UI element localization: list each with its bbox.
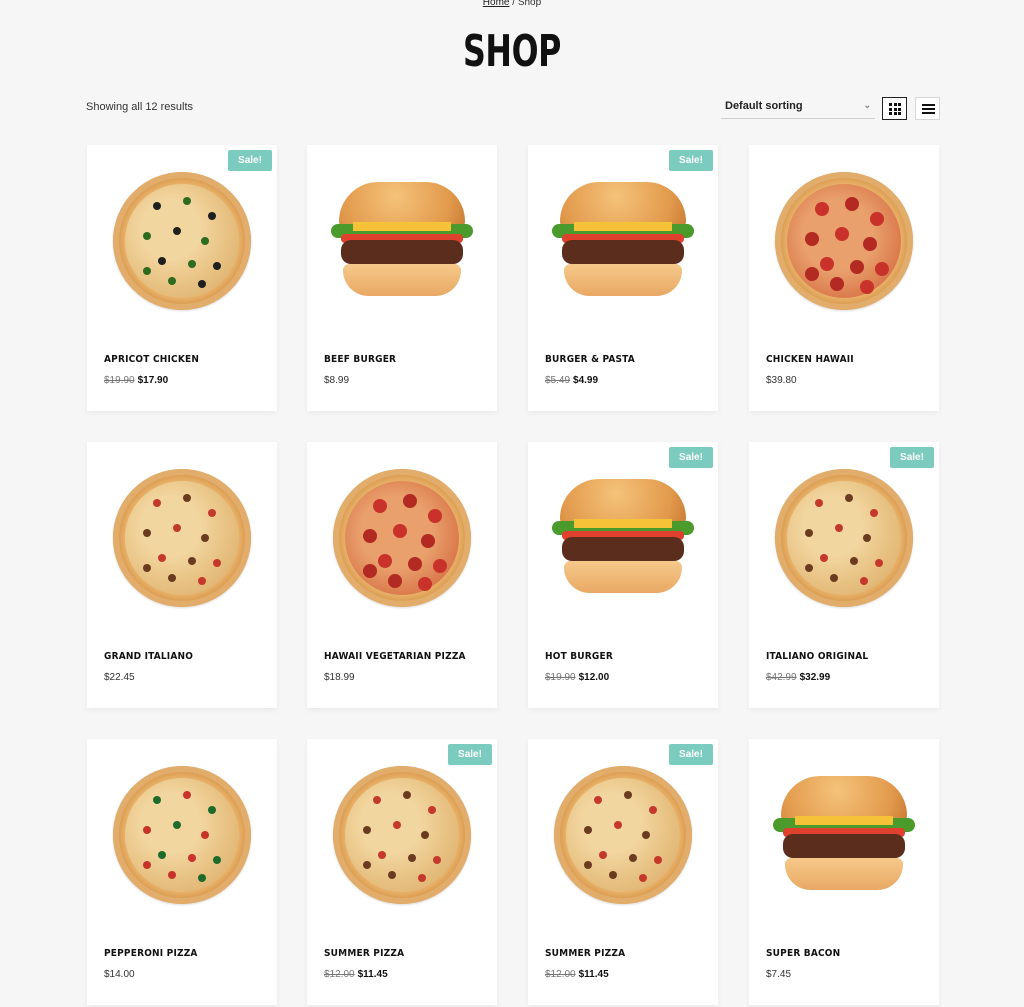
product-card[interactable]: PEPPERONI PIZZA $14.00: [87, 739, 277, 1005]
product-card[interactable]: SUPER BACON $7.45: [749, 739, 939, 1005]
regular-price: $7.45: [766, 969, 792, 980]
old-price: $5.49: [545, 375, 571, 386]
product-name[interactable]: SUPER BACON: [766, 948, 840, 959]
sale-price: $4.99: [573, 375, 599, 386]
product-price: $12.00 $11.45: [545, 969, 609, 980]
product-price: $19.90 $12.00: [545, 672, 609, 683]
product-name[interactable]: BEEF BURGER: [324, 354, 396, 365]
grid-view-button[interactable]: [882, 97, 907, 120]
pizza-image[interactable]: [102, 163, 262, 318]
list-icon: [922, 104, 935, 114]
product-price: $22.45: [104, 672, 135, 683]
sale-badge: Sale!: [669, 150, 713, 171]
regular-price: $8.99: [324, 375, 350, 386]
pizza-pepperoni-icon: [775, 171, 913, 310]
product-price: $5.49 $4.99: [545, 375, 598, 386]
sale-price: $17.90: [137, 375, 169, 386]
burger-image[interactable]: [543, 460, 703, 615]
burger-icon: [773, 775, 915, 894]
pizza-image[interactable]: [322, 757, 482, 912]
sale-price: $32.99: [799, 672, 831, 683]
burger-icon: [552, 181, 694, 300]
product-card[interactable]: Sale! SUMMER PIZZA $12.00 $11.45: [307, 739, 497, 1005]
pizza-image[interactable]: [102, 460, 262, 615]
product-name[interactable]: ITALIANO ORIGINAL: [766, 651, 868, 662]
product-card[interactable]: BEEF BURGER $8.99: [307, 145, 497, 411]
burger-image[interactable]: [764, 757, 924, 912]
burger-image[interactable]: [543, 163, 703, 318]
pizza-icon: [775, 468, 913, 607]
product-card[interactable]: Sale! ITALIANO ORIGINAL $42.99 $32.99: [749, 442, 939, 708]
breadcrumb-separator: /: [509, 0, 518, 8]
product-card[interactable]: Sale! HOT BURGER $19.90 $12.00: [528, 442, 718, 708]
product-name[interactable]: CHICKEN HAWAII: [766, 354, 854, 365]
product-price: $7.45: [766, 969, 791, 980]
grid-icon: [889, 103, 901, 115]
breadcrumb-current: Shop: [517, 0, 542, 8]
breadcrumb-home-link[interactable]: Home: [483, 0, 510, 8]
old-price: $12.00: [324, 969, 355, 980]
product-card[interactable]: Sale! SUMMER PIZZA $12.00 $11.45: [528, 739, 718, 1005]
product-card[interactable]: Sale! APRICOT CHICKEN $19.90 $17.90: [87, 145, 277, 411]
product-price: $12.00 $11.45: [324, 969, 388, 980]
burger-image[interactable]: [322, 163, 482, 318]
product-card[interactable]: Sale! BURGER & PASTA $5.49 $4.99: [528, 145, 718, 411]
sale-price: $11.45: [578, 969, 609, 980]
product-name[interactable]: HAWAII VEGETARIAN PIZZA: [324, 651, 466, 662]
product-name[interactable]: SUMMER PIZZA: [324, 948, 404, 959]
list-view-button[interactable]: [915, 97, 940, 120]
regular-price: $39.80: [766, 375, 797, 386]
pizza-image[interactable]: [322, 460, 482, 615]
product-name[interactable]: GRAND ITALIANO: [104, 651, 193, 662]
product-name[interactable]: BURGER & PASTA: [545, 354, 635, 365]
product-name[interactable]: APRICOT CHICKEN: [104, 354, 199, 365]
results-count: Showing all 12 results: [86, 101, 194, 113]
pizza-icon: [554, 765, 692, 904]
product-price: $14.00: [104, 969, 135, 980]
sale-price: $11.45: [357, 969, 388, 980]
product-card[interactable]: HAWAII VEGETARIAN PIZZA $18.99: [307, 442, 497, 708]
regular-price: $18.99: [324, 672, 355, 683]
sorting-selected-label: Default sorting: [725, 100, 803, 112]
product-name[interactable]: SUMMER PIZZA: [545, 948, 625, 959]
pizza-icon: [333, 765, 471, 904]
product-price: $39.80: [766, 375, 797, 386]
pizza-olive-icon: [113, 171, 251, 310]
pizza-icon: [113, 468, 251, 607]
product-price: $18.99: [324, 672, 355, 683]
pizza-arugula-icon: [113, 765, 251, 904]
pizza-pepperoni-icon: [333, 468, 471, 607]
sale-badge: Sale!: [669, 744, 713, 765]
product-price: $42.99 $32.99: [766, 672, 830, 683]
old-price: $12.00: [545, 969, 576, 980]
product-price: $19.90 $17.90: [104, 375, 168, 386]
pizza-image[interactable]: [764, 460, 924, 615]
product-card[interactable]: GRAND ITALIANO $22.45: [87, 442, 277, 708]
regular-price: $14.00: [104, 969, 135, 980]
sale-badge: Sale!: [890, 447, 934, 468]
old-price: $19.90: [104, 375, 135, 386]
pizza-image[interactable]: [764, 163, 924, 318]
pizza-image[interactable]: [102, 757, 262, 912]
pizza-image[interactable]: [543, 757, 703, 912]
breadcrumb: Home / Shop: [0, 0, 1024, 8]
sale-price: $12.00: [578, 672, 610, 683]
burger-icon: [331, 181, 473, 300]
old-price: $19.90: [545, 672, 576, 683]
chevron-down-icon: ⌄: [863, 100, 871, 110]
old-price: $42.99: [766, 672, 797, 683]
sale-badge: Sale!: [228, 150, 272, 171]
sale-badge: Sale!: [669, 447, 713, 468]
product-name[interactable]: PEPPERONI PIZZA: [104, 948, 198, 959]
regular-price: $22.45: [104, 672, 135, 683]
product-price: $8.99: [324, 375, 349, 386]
page-title: SHOP: [462, 26, 562, 77]
product-card[interactable]: CHICKEN HAWAII $39.80: [749, 145, 939, 411]
product-name[interactable]: HOT BURGER: [545, 651, 613, 662]
burger-icon: [552, 478, 694, 597]
sale-badge: Sale!: [448, 744, 492, 765]
sorting-select[interactable]: Default sorting ⌄: [721, 95, 875, 119]
